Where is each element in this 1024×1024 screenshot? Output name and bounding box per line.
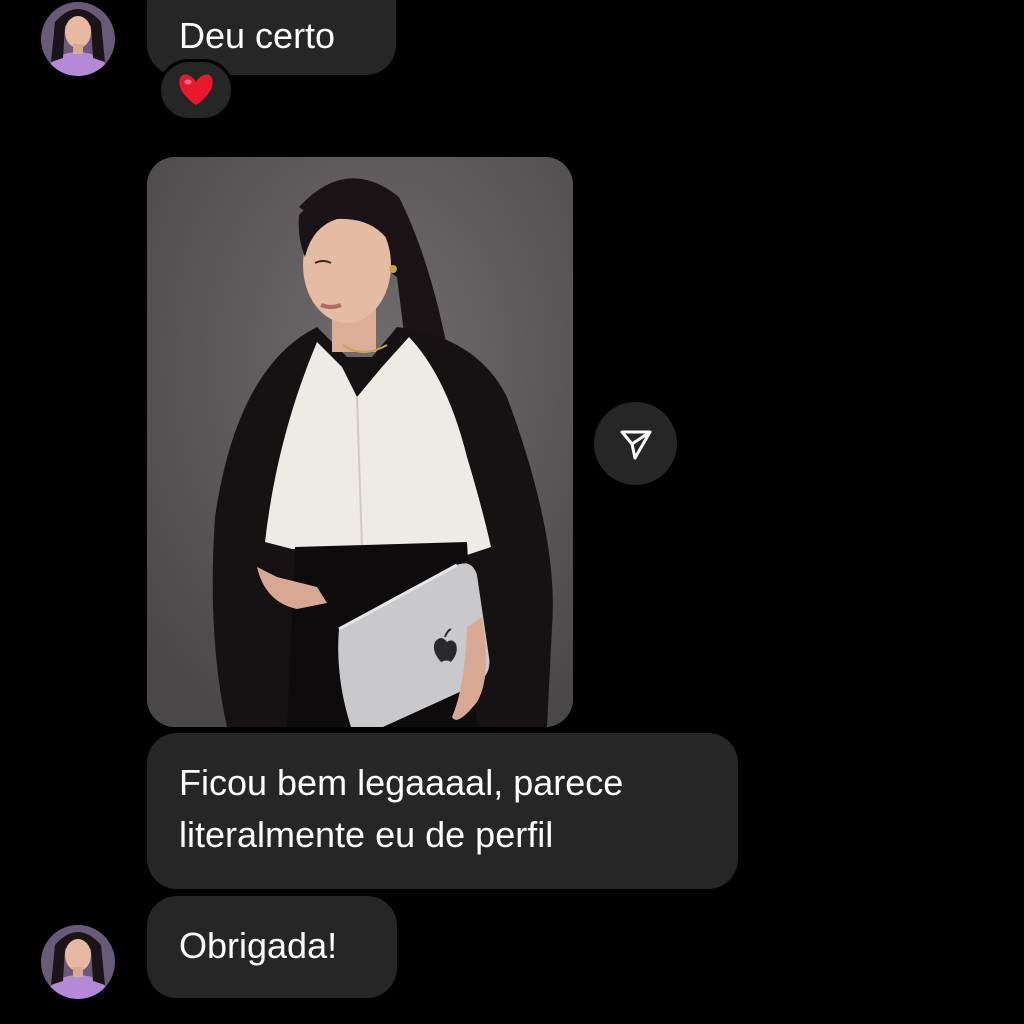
contact-avatar[interactable]	[41, 925, 115, 999]
heart-icon	[179, 74, 213, 105]
contact-avatar[interactable]	[41, 2, 115, 76]
message-text: Ficou bem legaaaal, parece literalmente …	[179, 762, 624, 855]
avatar-image	[41, 2, 115, 76]
message-bubble[interactable]: Obrigada!	[147, 896, 397, 998]
message-text: Deu certo	[179, 15, 336, 56]
message-text: Obrigada!	[179, 925, 338, 966]
send-icon	[620, 430, 651, 459]
photo-illustration	[147, 157, 573, 727]
reaction-badge[interactable]	[158, 59, 234, 121]
chat-thread: Deu certo Ficou bem legaaaal, parece lit…	[0, 0, 1024, 1024]
avatar-image	[41, 925, 115, 999]
message-bubble[interactable]: Ficou bem legaaaal, parece literalmente …	[147, 733, 738, 889]
message-image[interactable]	[147, 157, 573, 727]
share-button[interactable]	[594, 402, 677, 485]
